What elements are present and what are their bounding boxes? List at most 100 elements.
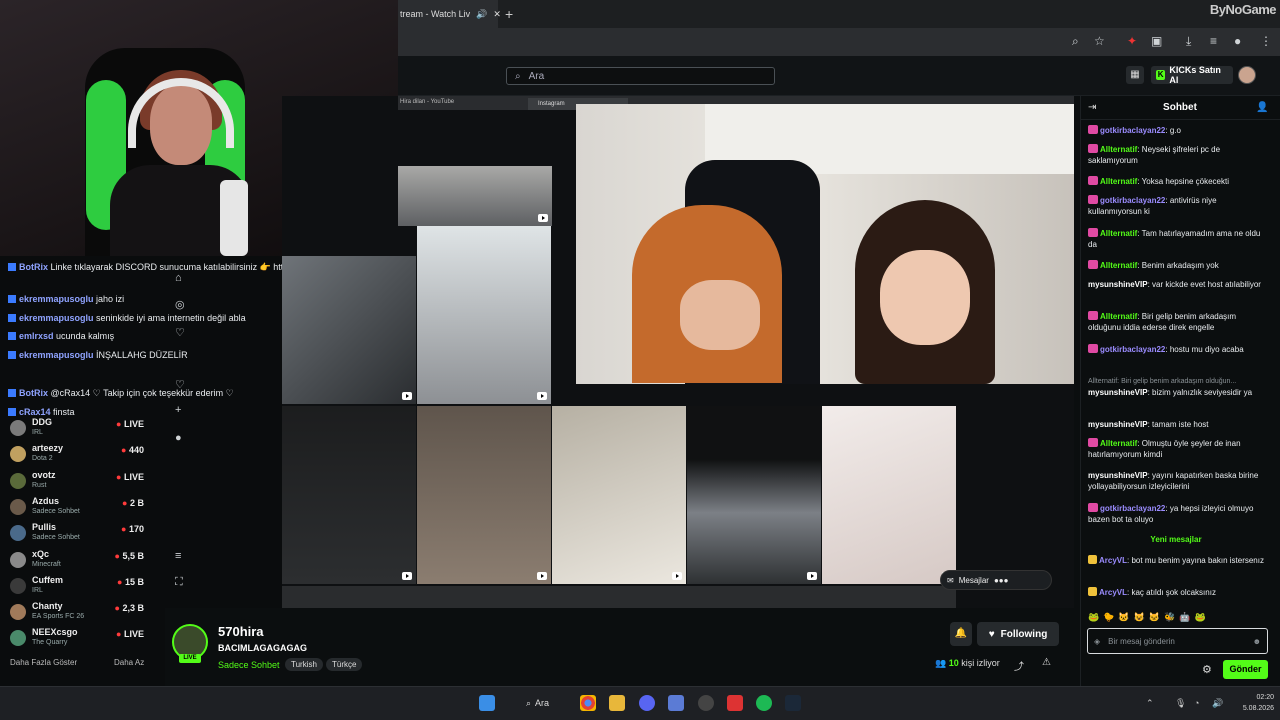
chat-username[interactable]: gotkirbaclayan22 — [1100, 345, 1165, 354]
menu-lines-icon[interactable]: ≡ — [175, 550, 181, 562]
bookmark-star-icon[interactable]: ☆ — [1094, 34, 1105, 48]
recommended-channel[interactable]: NEEXcsgo The Quarry ● LIVE — [8, 627, 144, 651]
chat-username[interactable]: Allternatif — [1100, 312, 1137, 321]
chat-message[interactable]: mysunshineVIP: bizim yalnızlık seviyesid… — [1088, 387, 1268, 398]
file-explorer-icon[interactable] — [609, 695, 625, 711]
send-button[interactable]: Gönder — [1223, 660, 1268, 679]
chat-username[interactable]: mysunshineVIP — [1088, 280, 1148, 289]
taskbar-search[interactable]: ⌕ Ara — [518, 694, 566, 712]
chat-users-icon[interactable]: 👤 — [1256, 102, 1268, 113]
browse-icon[interactable]: ◎ — [175, 298, 185, 311]
recommended-channel[interactable]: ovotz Rust ● LIVE — [8, 470, 144, 494]
chat-username[interactable]: ArcyVL — [1099, 556, 1127, 565]
chat-username[interactable]: gotkirbaclayan22 — [1100, 126, 1165, 135]
embedded-tab: Hira dilan - YouTube — [400, 99, 455, 105]
recommended-channel[interactable]: arteezy Dota 2 ● 440 — [8, 443, 144, 467]
following-button[interactable]: ♥ Following — [977, 622, 1059, 646]
steam-icon[interactable] — [785, 695, 801, 711]
layout-icon[interactable]: ▦ — [1126, 66, 1144, 84]
tag-turkish[interactable]: Turkish — [285, 658, 323, 671]
audio-icon[interactable]: 🔊 — [476, 9, 487, 20]
tab-close-icon[interactable]: ✕ — [493, 9, 501, 20]
chat-username[interactable]: Allternatif — [1100, 229, 1137, 238]
messages-button[interactable]: ✉ Mesajlar ●●● — [940, 570, 1052, 590]
buy-kicks-button[interactable]: K KICKs Satın Al — [1151, 65, 1233, 85]
chat-message[interactable]: Allternatif: Olmuştu öyle şeyler de inan… — [1088, 438, 1268, 460]
channel-name[interactable]: 570hira — [218, 624, 264, 639]
new-tab-icon[interactable]: + — [505, 6, 513, 22]
following-icon[interactable]: ♡ — [175, 326, 185, 339]
chat-message[interactable]: gotkirbaclayan22: antivirüs niye kullanm… — [1088, 195, 1268, 217]
favorites-icon[interactable]: ♡ — [175, 378, 185, 391]
media-icon[interactable]: ≡ — [1210, 34, 1217, 48]
stream-category[interactable]: Sadece Sohbet — [218, 660, 280, 670]
chat-message[interactable]: gotkirbaclayan22: ya hepsi izleyici olmu… — [1088, 503, 1268, 525]
puzzle-icon[interactable]: ▣ — [1151, 34, 1162, 48]
chat-message[interactable]: mysunshineVIP: tamam iste host — [1088, 419, 1268, 430]
chat-message[interactable]: Allternatif: Tam hatırlayamadım ama ne o… — [1088, 228, 1268, 250]
discord-icon[interactable] — [639, 695, 655, 711]
app-icon[interactable] — [698, 695, 714, 711]
chat-username[interactable]: gotkirbaclayan22 — [1100, 196, 1165, 205]
chat-username[interactable]: mysunshineVIP — [1088, 420, 1148, 429]
chat-message[interactable]: ArcyVL: bot mu benim yayına bakın isters… — [1088, 555, 1268, 566]
chat-message[interactable]: Allternatif: Biri gelip benim arkadaşım … — [1088, 311, 1268, 333]
recommended-channel[interactable]: Azdus Sadece Sohbet ● 2 B — [8, 496, 144, 520]
app-icon[interactable] — [727, 695, 743, 711]
profile-icon[interactable]: ● — [1234, 34, 1241, 48]
share-icon[interactable]: ⤴ — [1014, 658, 1024, 673]
chat-settings-icon[interactable]: ⚙ — [1202, 663, 1212, 676]
video-thumbnail — [282, 406, 416, 584]
user-avatar[interactable] — [1238, 66, 1256, 84]
report-icon[interactable]: ⚠ — [1042, 657, 1051, 668]
chat-username[interactable]: gotkirbaclayan22 — [1100, 504, 1165, 513]
home-icon[interactable]: ⌂ — [175, 272, 182, 284]
chat-message[interactable]: mysunshineVIP: yayını kapatırken baska b… — [1088, 470, 1268, 492]
notification-bell-icon[interactable]: 🔔 — [950, 622, 972, 646]
chat-username[interactable]: Allternatif — [1100, 145, 1137, 154]
chat-username[interactable]: Allternatif — [1100, 261, 1137, 270]
volume-icon[interactable]: 🔊 — [1212, 698, 1223, 709]
add-icon[interactable]: + — [175, 404, 181, 416]
chrome-icon[interactable] — [580, 695, 596, 711]
chat-message[interactable]: gotkirbaclayan22: g.o — [1088, 125, 1268, 136]
browser-tab[interactable]: tream - Watch Liv 🔊 ✕ — [398, 0, 501, 28]
chat-message[interactable]: gotkirbaclayan22: hostu mu diyo acaba — [1088, 344, 1268, 355]
chat-message[interactable]: Allternatif: Yoksa hepsine çökecekti — [1088, 176, 1268, 187]
recommended-channel[interactable]: Pullis Sadece Sohbet ● 170 — [8, 522, 144, 546]
microphone-icon[interactable]: 🎙 — [1175, 698, 1186, 709]
app-icon[interactable] — [668, 695, 684, 711]
recommended-channel[interactable]: DDG IRL ● LIVE — [8, 417, 144, 441]
zoom-icon[interactable]: ⌕ — [1072, 34, 1079, 49]
chat-username[interactable]: mysunshineVIP — [1088, 471, 1148, 480]
emote-bar[interactable]: 🐸🐤🐱😺🐱🐝🤖🐸 — [1088, 612, 1268, 624]
start-icon[interactable] — [479, 695, 495, 711]
chat-username[interactable]: Allternatif — [1100, 439, 1137, 448]
channel-avatar-icon[interactable]: ● — [175, 432, 182, 444]
recommended-channel[interactable]: Cuffem IRL ● 15 B — [8, 575, 144, 599]
show-less-button[interactable]: Daha Az — [114, 658, 144, 667]
chat-input[interactable]: ◈ Bir mesaj gönderin ☻ — [1087, 628, 1268, 654]
search-input[interactable]: ⌕ Ara — [506, 67, 775, 85]
chat-message[interactable]: Allternatif: Neyseki şifreleri pc de sak… — [1088, 144, 1268, 166]
chat-message[interactable]: Allternatif: Benim arkadaşım yok — [1088, 260, 1268, 271]
badge-icon — [8, 314, 16, 322]
recommended-channel[interactable]: Chanty EA Sports FC 26 ● 2,3 B — [8, 601, 144, 625]
chat-message[interactable]: mysunshineVIP: var kickde evet host atıl… — [1088, 279, 1268, 290]
emoji-icon[interactable]: ☻ — [1253, 637, 1261, 646]
tag-turkce[interactable]: Türkçe — [326, 658, 363, 671]
chat-username[interactable]: ArcyVL — [1099, 588, 1127, 597]
clock[interactable]: 02:20 5.08.2026 — [1234, 692, 1274, 714]
download-icon[interactable]: ⤓ — [1186, 34, 1191, 49]
spotify-icon[interactable] — [756, 695, 772, 711]
recommended-channel[interactable]: xQc Minecraft ● 5,5 B — [8, 549, 144, 573]
chat-username[interactable]: Allternatif — [1100, 177, 1137, 186]
network-icon[interactable]: ⛶ — [175, 576, 183, 589]
wifi-icon[interactable]: ◔ — [1194, 698, 1199, 708]
menu-icon[interactable]: ⋮ — [1260, 34, 1272, 48]
chat-message[interactable]: ArcyVL: kaç atıldı şok olcaksınız — [1088, 587, 1268, 598]
show-more-button[interactable]: Daha Fazla Göster — [10, 658, 77, 667]
chat-username[interactable]: mysunshineVIP — [1088, 388, 1148, 397]
tray-chevron-icon[interactable]: ⌃ — [1146, 698, 1154, 709]
extension-icon[interactable]: ✦ — [1127, 34, 1137, 48]
